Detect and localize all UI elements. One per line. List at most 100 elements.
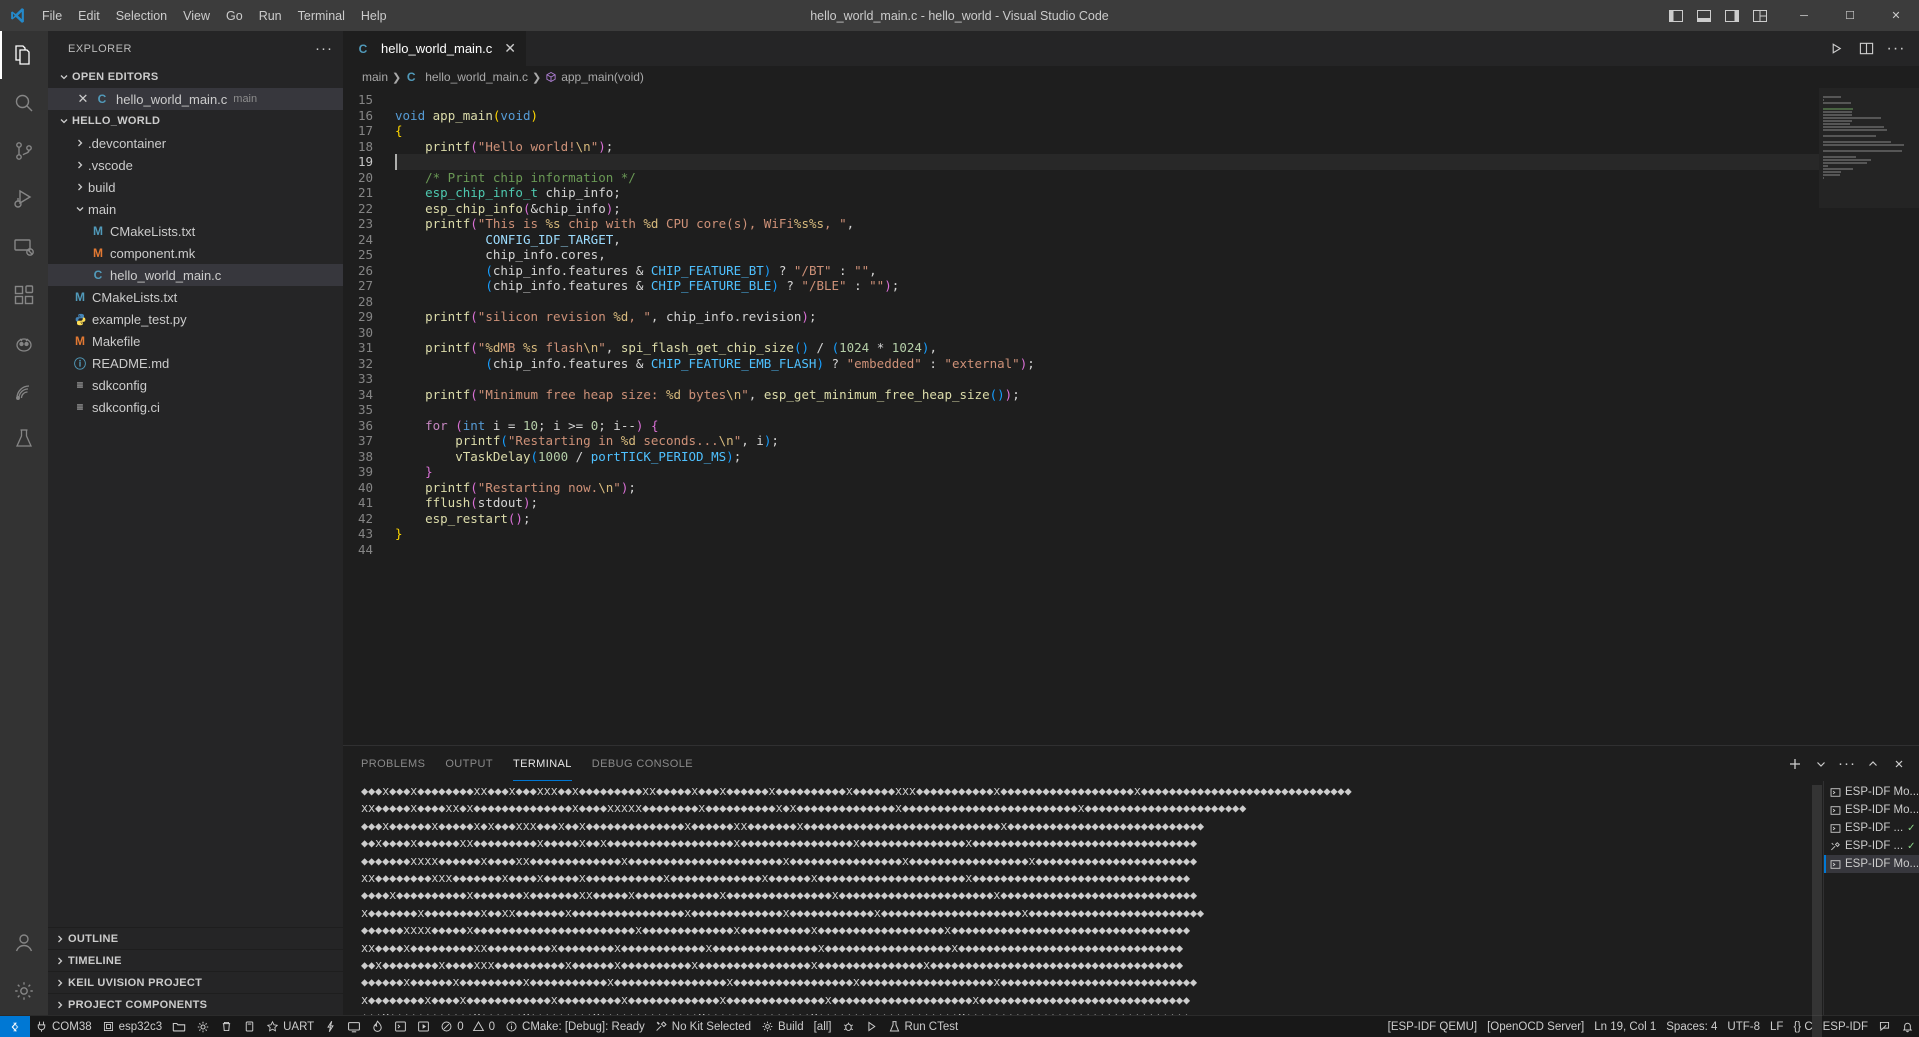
- status-esp-idf-flame[interactable]: [366, 1016, 389, 1037]
- code-line[interactable]: }: [395, 526, 1819, 542]
- menu-terminal[interactable]: Terminal: [290, 0, 353, 31]
- status-editor-position[interactable]: Ln 19, Col 1: [1589, 1016, 1661, 1037]
- menu-edit[interactable]: Edit: [70, 0, 108, 31]
- code-line[interactable]: chip_info.cores,: [395, 247, 1819, 263]
- status-idf-target[interactable]: esp32c3: [97, 1016, 167, 1037]
- timeline-section[interactable]: TIMELINE: [48, 949, 343, 971]
- code-line[interactable]: printf("Restarting now.\n");: [395, 480, 1819, 496]
- minimize-button[interactable]: ─: [1781, 0, 1827, 31]
- status-problems[interactable]: 0 0: [435, 1016, 500, 1037]
- code-line[interactable]: printf("%dMB %s flash\n", spi_flash_get_…: [395, 340, 1819, 356]
- status-openocd-server[interactable]: [OpenOCD Server]: [1482, 1016, 1589, 1037]
- code-line[interactable]: esp_restart();: [395, 511, 1819, 527]
- tab-debug-console[interactable]: DEBUG CONSOLE: [592, 746, 693, 781]
- menu-help[interactable]: Help: [353, 0, 395, 31]
- terminal-list-item[interactable]: ESP-IDF ... ✓: [1824, 837, 1919, 855]
- status-open-project[interactable]: [167, 1016, 191, 1037]
- more-actions-icon[interactable]: ···: [1883, 36, 1909, 62]
- sidebar-item-remote-explorer[interactable]: [0, 223, 48, 271]
- status-indentation[interactable]: Spaces: 4: [1661, 1016, 1722, 1037]
- code-line[interactable]: }: [395, 464, 1819, 480]
- status-serial-port[interactable]: COM38: [30, 1016, 97, 1037]
- tree-item-hello-world-main-c[interactable]: C hello_world_main.c: [48, 264, 343, 286]
- tree-item-sdkconfig[interactable]: ≡ sdkconfig: [48, 374, 343, 396]
- status-notifications[interactable]: [1896, 1016, 1919, 1037]
- sidebar-item-extensions[interactable]: [0, 271, 48, 319]
- code-line[interactable]: [395, 371, 1819, 387]
- minimap-slider[interactable]: [1819, 88, 1919, 208]
- breadcrumb-item-symbol[interactable]: app_main(void): [545, 70, 644, 84]
- status-open-terminal[interactable]: [389, 1016, 412, 1037]
- status-encoding[interactable]: UTF-8: [1722, 1016, 1765, 1037]
- code-line[interactable]: [395, 92, 1819, 108]
- code-line[interactable]: printf("silicon revision %d, ", chip_inf…: [395, 309, 1819, 325]
- sidebar-item-esp-idf-explorer[interactable]: [0, 319, 48, 367]
- close-panel-icon[interactable]: [1887, 752, 1911, 776]
- code-line[interactable]: (chip_info.features & CHIP_FEATURE_BLE) …: [395, 278, 1819, 294]
- status-build-target[interactable]: [all]: [809, 1016, 837, 1037]
- sidebar-item-test-explorer[interactable]: [0, 415, 48, 463]
- remote-window-indicator[interactable]: [0, 1015, 30, 1037]
- code-line[interactable]: printf("This is %s chip with %d CPU core…: [395, 216, 1819, 232]
- status-run-ctest[interactable]: Run CTest: [883, 1016, 964, 1037]
- tab-hello-world-main-c[interactable]: C hello_world_main.c ✕: [343, 31, 528, 66]
- more-actions-icon[interactable]: ···: [315, 40, 333, 57]
- more-actions-icon[interactable]: ···: [1835, 752, 1859, 776]
- code-line[interactable]: [395, 542, 1819, 558]
- status-launch-target[interactable]: [860, 1016, 883, 1037]
- status-build-flash-monitor[interactable]: [319, 1016, 342, 1037]
- code-line[interactable]: fflush(stdout);: [395, 495, 1819, 511]
- status-esp-idf-qemu-launch[interactable]: [412, 1016, 435, 1037]
- status-kit-selector[interactable]: No Kit Selected: [650, 1016, 756, 1037]
- open-editors-section[interactable]: OPEN EDITORS: [48, 66, 343, 88]
- code-line[interactable]: {: [395, 123, 1819, 139]
- sidebar-item-search[interactable]: [0, 79, 48, 127]
- status-eol[interactable]: LF: [1765, 1016, 1788, 1037]
- code-line[interactable]: (chip_info.features & CHIP_FEATURE_EMB_F…: [395, 356, 1819, 372]
- status-flash-device[interactable]: [238, 1016, 261, 1037]
- status-sdk-configuration-editor[interactable]: [191, 1016, 215, 1037]
- sidebar-item-explorer[interactable]: [0, 31, 48, 79]
- code-editor[interactable]: 15 16 17 18 19 20 21 22 23 24 25 26 27 28 29 30 31 32 33 34…: [343, 88, 1919, 745]
- menu-file[interactable]: File: [34, 0, 70, 31]
- tree-item-component-mk[interactable]: M component.mk: [48, 242, 343, 264]
- breadcrumb-item-main[interactable]: main: [362, 70, 388, 84]
- split-editor-icon[interactable]: [1853, 36, 1879, 62]
- code-line[interactable]: vTaskDelay(1000 / portTICK_PERIOD_MS);: [395, 449, 1819, 465]
- tree-item-build[interactable]: build: [48, 176, 343, 198]
- code-line[interactable]: for (int i = 10; i >= 0; i--) {: [395, 418, 1819, 434]
- tree-item-root-cmakelists[interactable]: M CMakeLists.txt: [48, 286, 343, 308]
- tree-item-makefile[interactable]: M Makefile: [48, 330, 343, 352]
- code-line[interactable]: void app_main(void): [395, 108, 1819, 124]
- open-editor-hello-world-main-c[interactable]: ✕ C hello_world_main.c main: [48, 88, 343, 110]
- maximize-panel-icon[interactable]: [1861, 752, 1885, 776]
- close-icon[interactable]: ✕: [72, 91, 94, 107]
- new-terminal-icon[interactable]: [1783, 752, 1807, 776]
- panel-left-icon[interactable]: [1663, 5, 1689, 27]
- maximize-button[interactable]: ☐: [1827, 0, 1873, 31]
- tree-item-vscode[interactable]: .vscode: [48, 154, 343, 176]
- editor-scrollbar[interactable]: [1905, 88, 1919, 745]
- menu-run[interactable]: Run: [251, 0, 290, 31]
- tree-item-main-cmakelists[interactable]: M CMakeLists.txt: [48, 220, 343, 242]
- workspace-section[interactable]: HELLO_WORLD: [48, 110, 343, 132]
- keil-uvision-section[interactable]: KEIL UVISION PROJECT: [48, 971, 343, 993]
- panel-right-icon[interactable]: [1719, 5, 1745, 27]
- status-cmake[interactable]: CMake: [Debug]: Ready: [500, 1016, 650, 1037]
- code-line[interactable]: printf("Hello world!\n");: [395, 139, 1819, 155]
- sidebar-item-run-and-debug[interactable]: [0, 175, 48, 223]
- tab-terminal[interactable]: TERMINAL: [512, 746, 572, 781]
- project-components-section[interactable]: PROJECT COMPONENTS: [48, 993, 343, 1015]
- accounts-icon[interactable]: [0, 919, 48, 967]
- status-build-button[interactable]: Build: [756, 1016, 809, 1037]
- code-line[interactable]: [395, 402, 1819, 418]
- editor-layout-icon[interactable]: [1747, 5, 1773, 27]
- code-line[interactable]: /* Print chip information */: [395, 170, 1819, 186]
- terminal-list-item[interactable]: ESP-IDF Mo...: [1824, 801, 1919, 819]
- breadcrumb-item-file[interactable]: C hello_world_main.c: [405, 70, 528, 84]
- menu-view[interactable]: View: [175, 0, 218, 31]
- status-debug-target[interactable]: [837, 1016, 860, 1037]
- terminal-output[interactable]: ◆◆◆x◆◆◆x◆◆◆◆◆◆◆◆xx◆◆◆x◆◆◆xxx◆◆x◆◆◆◆◆◆◆◆◆…: [343, 781, 1809, 1015]
- tree-item-readme-md[interactable]: ⓘ README.md: [48, 352, 343, 374]
- status-select-flash-method[interactable]: UART: [261, 1016, 319, 1037]
